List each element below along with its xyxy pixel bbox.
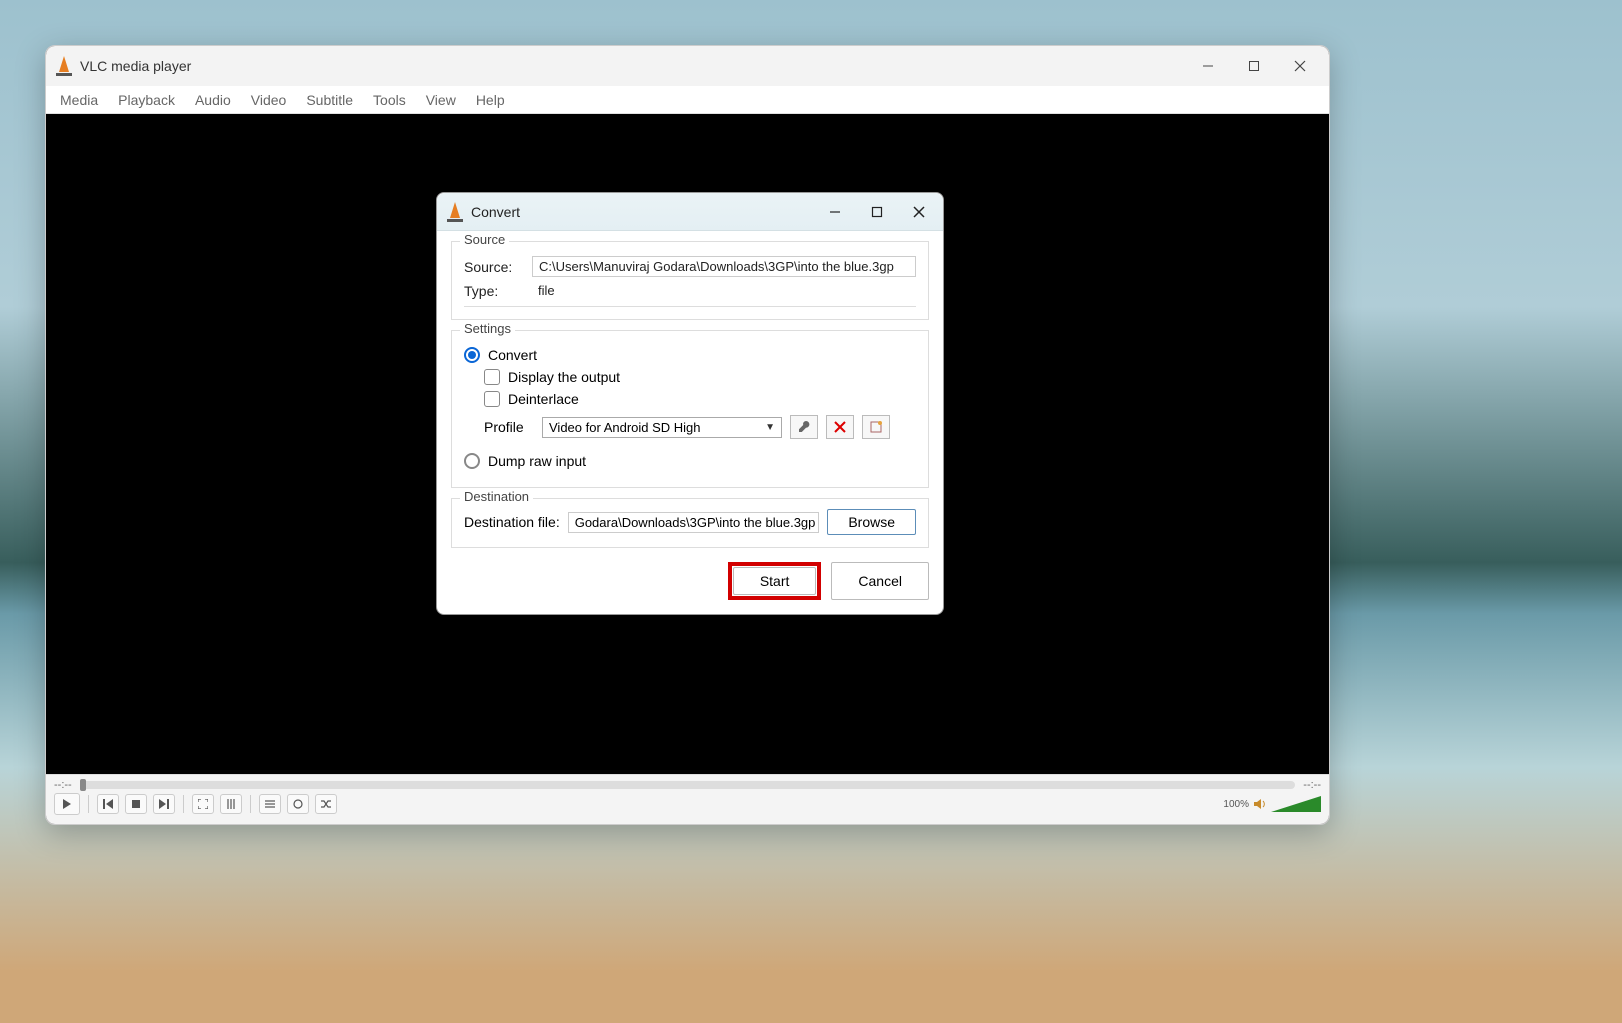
menu-view[interactable]: View (416, 88, 466, 112)
convert-dialog: Convert Source Source: C:\Users\Manuvira… (436, 192, 944, 615)
menu-help[interactable]: Help (466, 88, 515, 112)
dialog-minimize-button[interactable] (823, 200, 847, 224)
main-window-title: VLC media player (80, 58, 191, 74)
start-button[interactable]: Start (733, 567, 817, 595)
separator (88, 795, 89, 813)
dump-raw-label: Dump raw input (488, 453, 586, 469)
destination-legend: Destination (460, 489, 533, 504)
source-fieldset: Source Source: C:\Users\Manuviraj Godara… (451, 241, 929, 320)
wrench-icon (797, 420, 811, 434)
maximize-button[interactable] (1231, 50, 1277, 82)
vlc-cone-icon (56, 56, 72, 76)
new-profile-icon (869, 420, 883, 434)
menu-subtitle[interactable]: Subtitle (296, 88, 363, 112)
type-value: file (532, 281, 916, 300)
destination-file-label: Destination file: (464, 514, 560, 530)
time-elapsed: --:-- (54, 779, 72, 791)
profile-label: Profile (484, 419, 534, 435)
source-legend: Source (460, 232, 509, 247)
delete-profile-button[interactable] (826, 415, 854, 439)
display-output-label: Display the output (508, 369, 620, 385)
time-total: --:-- (1303, 779, 1321, 791)
divider (464, 306, 916, 307)
deinterlace-checkbox[interactable] (484, 391, 500, 407)
x-icon (833, 420, 847, 434)
settings-legend: Settings (460, 321, 515, 336)
stop-button[interactable] (125, 794, 147, 814)
menu-video[interactable]: Video (241, 88, 297, 112)
edit-profile-button[interactable] (790, 415, 818, 439)
menu-audio[interactable]: Audio (185, 88, 241, 112)
separator (250, 795, 251, 813)
menu-media[interactable]: Media (50, 88, 108, 112)
separator (183, 795, 184, 813)
speaker-icon[interactable] (1253, 797, 1267, 811)
source-value: C:\Users\Manuviraj Godara\Downloads\3GP\… (532, 256, 916, 277)
playlist-button[interactable] (259, 794, 281, 814)
main-menubar: Media Playback Audio Video Subtitle Tool… (46, 86, 1329, 114)
profile-selected-value: Video for Android SD High (549, 420, 701, 435)
type-label: Type: (464, 283, 522, 299)
fullscreen-button[interactable] (192, 794, 214, 814)
seek-slider[interactable] (80, 781, 1296, 789)
destination-file-input[interactable]: Godara\Downloads\3GP\into the blue.3gp (568, 512, 820, 533)
play-button[interactable] (54, 793, 80, 815)
volume-slider[interactable] (1271, 796, 1321, 812)
menu-playback[interactable]: Playback (108, 88, 185, 112)
main-titlebar: VLC media player (46, 46, 1329, 86)
dialog-title: Convert (471, 204, 520, 220)
menu-tools[interactable]: Tools (363, 88, 416, 112)
dump-raw-radio[interactable] (464, 453, 480, 469)
main-window-controls (1185, 50, 1323, 82)
settings-fieldset: Settings Convert Display the output Dein… (451, 330, 929, 488)
shuffle-button[interactable] (315, 794, 337, 814)
player-controls: --:-- --:-- (46, 774, 1329, 824)
new-profile-button[interactable] (862, 415, 890, 439)
next-button[interactable] (153, 794, 175, 814)
dialog-titlebar: Convert (437, 193, 943, 231)
convert-radio[interactable] (464, 347, 480, 363)
loop-button[interactable] (287, 794, 309, 814)
cancel-button[interactable]: Cancel (831, 562, 929, 600)
dialog-maximize-button[interactable] (865, 200, 889, 224)
minimize-button[interactable] (1185, 50, 1231, 82)
vlc-cone-icon (447, 202, 463, 222)
dialog-close-button[interactable] (907, 200, 931, 224)
chevron-down-icon: ▼ (765, 422, 775, 433)
profile-select[interactable]: Video for Android SD High ▼ (542, 417, 782, 438)
volume-label: 100% (1223, 799, 1249, 810)
source-label: Source: (464, 259, 522, 275)
start-button-highlight: Start (728, 562, 822, 600)
destination-fieldset: Destination Destination file: Godara\Dow… (451, 498, 929, 548)
browse-button[interactable]: Browse (827, 509, 916, 535)
deinterlace-label: Deinterlace (508, 391, 579, 407)
convert-radio-label: Convert (488, 347, 537, 363)
display-output-checkbox[interactable] (484, 369, 500, 385)
close-button[interactable] (1277, 50, 1323, 82)
previous-button[interactable] (97, 794, 119, 814)
extended-settings-button[interactable] (220, 794, 242, 814)
